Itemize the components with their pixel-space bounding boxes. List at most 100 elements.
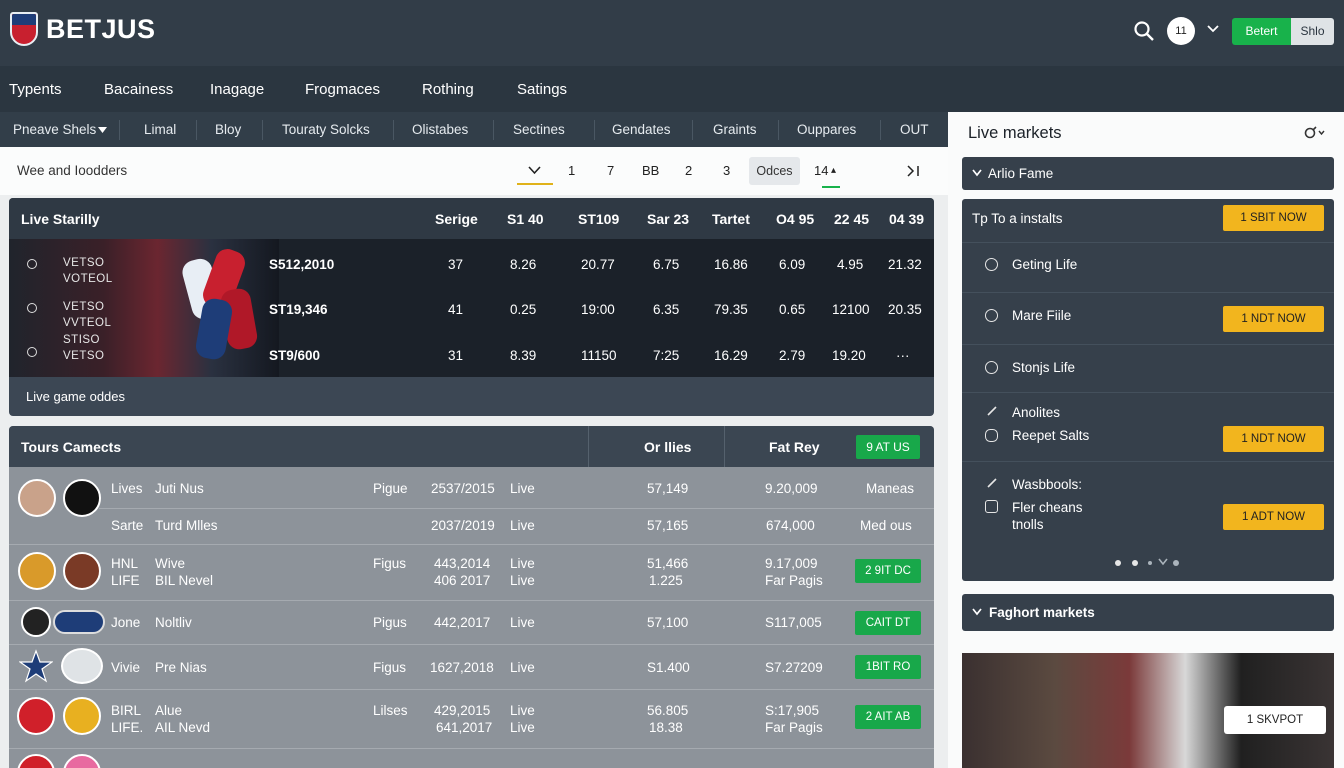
orders-button[interactable]: Odces <box>749 157 800 185</box>
live-amount[interactable]: ST9/600 <box>269 348 320 363</box>
fee-value[interactable]: Far Pagis <box>765 720 823 735</box>
player-name[interactable]: BIL Nevel <box>155 573 213 588</box>
odds-cell[interactable]: 16.86 <box>714 257 748 272</box>
odds-cell[interactable]: 41 <box>448 302 463 317</box>
nav-item-bacainess[interactable]: Bacainess <box>104 81 173 98</box>
team-name[interactable]: BIRL <box>111 703 141 718</box>
player-name[interactable]: Noltliv <box>155 615 192 630</box>
market-item[interactable]: Geting Life <box>1012 257 1077 272</box>
featured-markets-section[interactable]: Faghort markets <box>962 594 1334 631</box>
show-button[interactable]: Shlo <box>1291 18 1334 45</box>
player-name[interactable]: Juti Nus <box>155 481 204 496</box>
bet-row-button[interactable]: 2 AIT AB <box>855 705 921 729</box>
fee-value[interactable]: 9.17,009 <box>765 556 818 571</box>
fee-value[interactable]: 674,000 <box>766 518 815 533</box>
fee-value[interactable]: S:17,905 <box>765 703 819 718</box>
fee-value[interactable]: S117,005 <box>765 615 822 630</box>
odds-value[interactable]: S1.400 <box>647 660 690 675</box>
market-item[interactable]: Anolites <box>1012 405 1060 420</box>
chevron-down-icon[interactable] <box>1206 22 1220 36</box>
search-icon[interactable] <box>1133 20 1155 42</box>
team-name[interactable]: HNL <box>111 556 138 571</box>
odds-cell[interactable]: 31 <box>448 348 463 363</box>
chevron-down-icon[interactable] <box>972 608 982 616</box>
bet-row-button[interactable]: CAIT DT <box>855 611 921 635</box>
fee-value[interactable]: 9.20,009 <box>765 481 818 496</box>
odds-cell[interactable]: 20.35 <box>888 302 922 317</box>
fee-value[interactable]: S7.27209 <box>765 660 823 675</box>
odds-value[interactable]: 57,100 <box>647 615 688 630</box>
page-1[interactable]: 1 <box>568 163 575 178</box>
odds-value[interactable]: 57,149 <box>647 481 688 496</box>
column-header[interactable]: 04 39 <box>889 211 924 227</box>
team-name[interactable]: Lives <box>111 481 143 496</box>
user-avatar-badge[interactable]: 11 <box>1167 17 1195 45</box>
odds-cell[interactable]: 20.77 <box>581 257 615 272</box>
subnav-item-olistabes[interactable]: Olistabes <box>412 122 468 137</box>
odds-value[interactable]: 56.805 <box>647 703 688 718</box>
odds-cell[interactable]: 19:00 <box>581 302 615 317</box>
chevron-down-icon[interactable] <box>528 165 541 175</box>
column-header[interactable]: S1 40 <box>507 211 544 227</box>
player-name[interactable]: Pre Nias <box>155 660 207 675</box>
nav-item-satings[interactable]: Satings <box>517 81 567 98</box>
odds-value[interactable]: 57,165 <box>647 518 688 533</box>
live-amount[interactable]: ST19,346 <box>269 302 328 317</box>
odds-cell[interactable]: 8.39 <box>510 348 536 363</box>
chevron-down-icon[interactable] <box>972 169 982 177</box>
odds-cell[interactable]: 2.79 <box>779 348 805 363</box>
bet-now-button[interactable]: 1 SBIT NOW <box>1223 205 1324 231</box>
market-item[interactable]: Stonjs Life <box>1012 360 1075 375</box>
more-icon[interactable]: ··· <box>896 348 910 363</box>
row-action-text[interactable]: Maneas <box>866 481 914 496</box>
pagination-dot[interactable] <box>1115 560 1121 566</box>
player-name[interactable]: Wive <box>155 556 185 571</box>
team-name[interactable]: Jone <box>111 615 140 630</box>
page-3[interactable]: 3 <box>723 163 730 178</box>
odds-cell[interactable]: 7:25 <box>653 348 679 363</box>
odds-cell[interactable]: 37 <box>448 257 463 272</box>
odds-cell[interactable]: 19.20 <box>832 348 866 363</box>
odds-cell[interactable]: 21.32 <box>888 257 922 272</box>
subnav-item-ouppares[interactable]: Ouppares <box>797 122 856 137</box>
market-item[interactable]: Mare Fiile <box>1012 308 1071 323</box>
subnav-item-touraty[interactable]: Touraty Solcks <box>282 122 370 137</box>
subnav-item-out[interactable]: OUT <box>900 122 929 137</box>
odds-cell[interactable]: 0.25 <box>510 302 536 317</box>
subnav-item-bloy[interactable]: Bloy <box>215 122 241 137</box>
pagination-dot[interactable] <box>1148 561 1152 565</box>
bet-row-button[interactable]: 1BIT RO <box>855 655 921 679</box>
pagination-dot[interactable] <box>1132 560 1138 566</box>
nav-item-frogmaces[interactable]: Frogmaces <box>305 81 380 98</box>
chevron-down-icon[interactable] <box>1158 558 1168 566</box>
subnav-item-graints[interactable]: Graints <box>713 122 757 137</box>
odds-cell[interactable]: 6.75 <box>653 257 679 272</box>
column-header[interactable]: 22 45 <box>834 211 869 227</box>
page-last[interactable]: 14 <box>814 163 828 178</box>
odds-cell[interactable]: 11150 <box>581 348 617 363</box>
column-header[interactable]: Tartet <box>712 211 750 227</box>
odds-cell[interactable]: 12100 <box>832 302 870 317</box>
page-7[interactable]: 7 <box>607 163 614 178</box>
nav-item-rothing[interactable]: Rothing <box>422 81 474 98</box>
column-header[interactable]: Fat Rey <box>769 439 820 455</box>
caret-down-icon[interactable] <box>98 127 107 133</box>
odds-value[interactable]: 1.225 <box>649 573 683 588</box>
player-name[interactable]: AIL Nevd <box>155 720 210 735</box>
bet-now-button[interactable]: 1 ADT NOW <box>1223 504 1324 530</box>
section-title[interactable]: Faghort markets <box>989 605 1095 620</box>
column-header[interactable]: Or llies <box>644 439 691 455</box>
brand-logo[interactable]: BETJUS <box>46 14 156 45</box>
page-bb[interactable]: BB <box>642 163 659 178</box>
team-name[interactable]: LIFE. <box>111 720 143 735</box>
odds-value[interactable]: 18.38 <box>649 720 683 735</box>
row-action-text[interactable]: Med ous <box>860 518 912 533</box>
odds-cell[interactable]: 6.35 <box>653 302 679 317</box>
fee-value[interactable]: Far Pagis <box>765 573 823 588</box>
settings-icon[interactable] <box>1303 125 1325 141</box>
next-page-icon[interactable] <box>906 165 922 177</box>
odds-cell[interactable]: 6.09 <box>779 257 805 272</box>
team-name[interactable]: LIFE <box>111 573 140 588</box>
nav-item-typents[interactable]: Typents <box>9 81 62 98</box>
market-item[interactable]: Reepet Salts <box>1012 428 1089 443</box>
